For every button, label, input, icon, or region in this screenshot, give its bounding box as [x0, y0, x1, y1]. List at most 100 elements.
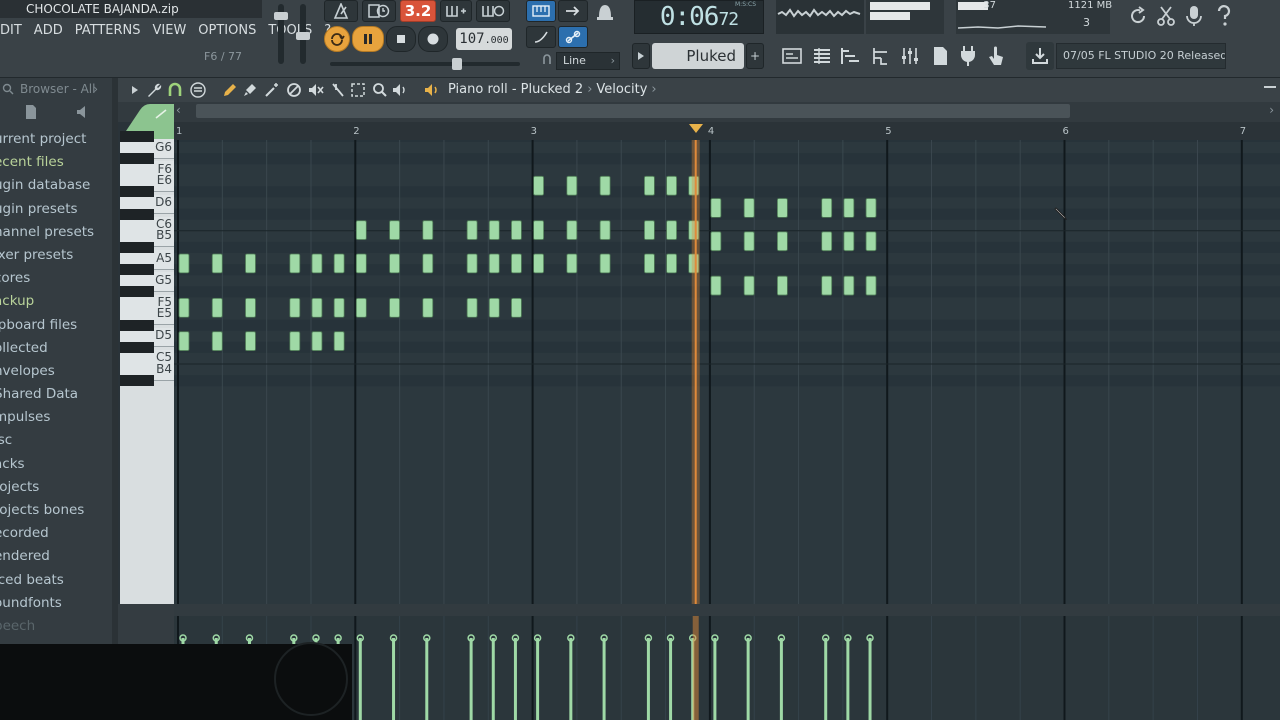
wrench-icon[interactable]	[146, 82, 162, 98]
magnet-icon[interactable]	[168, 82, 182, 98]
note[interactable]	[599, 175, 611, 196]
browser-item[interactable]: peech	[0, 615, 112, 638]
master-volume-knob[interactable]	[274, 12, 288, 20]
note[interactable]	[743, 275, 755, 296]
note-grid[interactable]	[174, 140, 1280, 604]
channel-rack-button[interactable]	[808, 42, 836, 70]
browser-item[interactable]: Shared Data	[0, 383, 112, 406]
note[interactable]	[211, 297, 223, 318]
browser-item[interactable]: rojects bones	[0, 499, 112, 522]
black-key[interactable]	[120, 319, 154, 331]
note[interactable]	[511, 220, 522, 240]
black-key[interactable]	[120, 375, 154, 387]
note[interactable]	[389, 297, 400, 318]
black-key[interactable]	[120, 186, 154, 198]
browser-item[interactable]: acks	[0, 453, 112, 476]
news-ticker[interactable]: 07/05 FL STUDIO 20 Released!	[1056, 43, 1226, 69]
timeline-ruler[interactable]	[174, 122, 1280, 140]
black-key[interactable]	[120, 153, 154, 165]
note[interactable]	[776, 275, 788, 296]
file-icon[interactable]	[24, 104, 38, 120]
note[interactable]	[843, 198, 855, 218]
piano-roll-breadcrumb[interactable]: Piano roll - Plucked 2 › Velocity ›	[448, 78, 661, 102]
browser-item[interactable]: rojects	[0, 476, 112, 499]
note[interactable]	[776, 231, 788, 252]
note[interactable]	[666, 175, 677, 196]
note[interactable]	[333, 297, 345, 318]
breadcrumb-channel[interactable]: Piano roll - Plucked 2	[448, 82, 583, 97]
note[interactable]	[488, 253, 500, 274]
record-button[interactable]	[418, 26, 448, 52]
note[interactable]	[211, 331, 223, 351]
slice-icon[interactable]	[330, 82, 346, 98]
note[interactable]	[488, 297, 500, 318]
event-editor-divider[interactable]	[174, 604, 1280, 616]
playlist-view-button[interactable]	[778, 42, 806, 70]
browser-item[interactable]: ollected	[0, 337, 112, 360]
preset-add-button[interactable]: +	[746, 43, 764, 69]
black-key[interactable]	[120, 130, 154, 142]
note[interactable]	[389, 220, 400, 240]
note[interactable]	[743, 198, 755, 218]
playhead-marker[interactable]	[688, 124, 703, 134]
note[interactable]	[566, 253, 578, 274]
metronome-bell-button[interactable]	[592, 0, 618, 22]
black-key[interactable]	[120, 208, 154, 220]
browser-item[interactable]: cores	[0, 267, 112, 290]
note[interactable]	[355, 220, 367, 240]
note[interactable]	[178, 331, 190, 351]
note[interactable]	[178, 297, 190, 318]
browser-view-button[interactable]	[866, 42, 894, 70]
browser-item[interactable]: ixer presets	[0, 244, 112, 267]
note[interactable]	[355, 297, 367, 318]
note[interactable]	[422, 297, 434, 318]
news-download-button[interactable]	[1026, 42, 1054, 70]
note[interactable]	[710, 275, 722, 296]
note[interactable]	[776, 198, 788, 218]
menu-item[interactable]: VIEW	[147, 20, 193, 42]
note[interactable]	[533, 175, 545, 196]
note[interactable]	[422, 220, 434, 240]
note[interactable]	[865, 231, 877, 252]
browser-item[interactable]: ackup	[0, 290, 112, 313]
master-pitch-hslider[interactable]	[330, 62, 520, 66]
note[interactable]	[710, 231, 722, 252]
note[interactable]	[743, 231, 755, 252]
song-pattern-toggle[interactable]	[324, 26, 350, 52]
black-key[interactable]	[120, 241, 154, 253]
metronome-button[interactable]	[324, 0, 358, 22]
black-key[interactable]	[120, 341, 154, 353]
note[interactable]	[466, 253, 478, 274]
note[interactable]	[666, 253, 677, 274]
note[interactable]	[311, 297, 323, 318]
menu-item[interactable]: ADD	[28, 20, 69, 42]
browser-item[interactable]: mpulses	[0, 406, 112, 429]
master-pitch-knob[interactable]	[296, 32, 310, 40]
note[interactable]	[644, 253, 655, 274]
channel-preset-name[interactable]: Pluked	[652, 43, 744, 69]
blend-notes-button[interactable]	[526, 26, 556, 48]
menu-item[interactable]: OPTIONS	[192, 20, 262, 42]
menu-lines-icon[interactable]	[190, 82, 206, 98]
stop-button[interactable]	[386, 26, 416, 52]
project-info-button[interactable]	[926, 42, 954, 70]
black-key[interactable]	[120, 264, 154, 276]
note[interactable]	[289, 253, 301, 274]
browser-item[interactable]: iced beats	[0, 569, 112, 592]
note[interactable]	[289, 297, 301, 318]
note[interactable]	[865, 275, 877, 296]
piano-keyboard[interactable]: G6 F6 E6 D6 C6 B5 A5 G5 F5 E5 D5 C5 B4	[120, 130, 174, 604]
piano-roll-view-button[interactable]	[836, 42, 864, 70]
link-button[interactable]	[558, 26, 588, 48]
help-button[interactable]	[1210, 2, 1238, 30]
note[interactable]	[843, 275, 855, 296]
note[interactable]	[533, 220, 545, 240]
browser-item[interactable]: urrent project	[0, 128, 112, 151]
note[interactable]	[178, 253, 190, 274]
brush-icon[interactable]	[242, 82, 258, 98]
breadcrumb-target[interactable]: Velocity	[596, 82, 647, 97]
speaker-icon[interactable]	[76, 105, 92, 119]
select-icon[interactable]	[350, 82, 366, 98]
note[interactable]	[422, 253, 434, 274]
preset-prev-button[interactable]	[632, 43, 650, 69]
